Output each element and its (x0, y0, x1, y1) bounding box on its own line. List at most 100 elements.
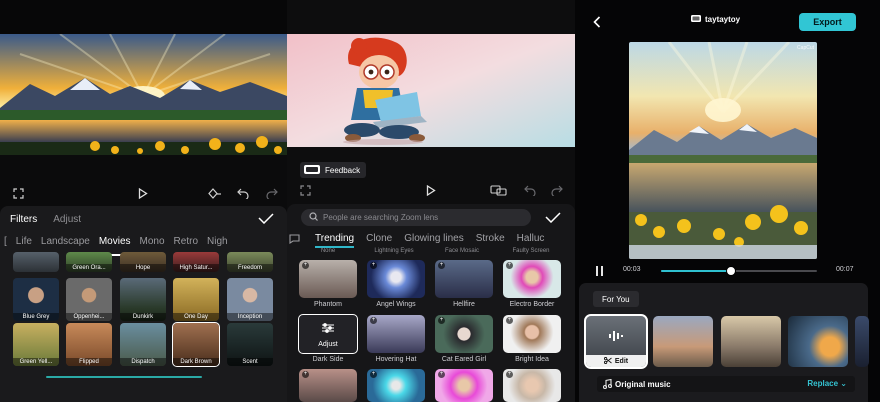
effect-label: Dark Side (312, 356, 344, 363)
templates-sheet: For You Edit Original music Replace ⌄ (579, 283, 869, 402)
for-you-tab[interactable]: For You (593, 291, 639, 307)
filter-thumb[interactable]: Blue Grey (13, 278, 59, 321)
filter-thumb[interactable]: Hope (120, 252, 166, 272)
effect-label: Face Mosaic (444, 248, 479, 254)
add-icon: + (302, 262, 309, 269)
filter-thumb[interactable]: High Satur... (173, 252, 219, 272)
effect-thumb[interactable]: + (299, 260, 357, 298)
effect-thumb[interactable]: + (503, 260, 561, 298)
fullscreen-icon[interactable] (13, 188, 24, 199)
current-time: 00:03 (623, 266, 641, 273)
filter-thumb[interactable]: Green Yell... (13, 323, 59, 366)
filter-thumb[interactable]: Green Ora... (66, 252, 112, 272)
music-row[interactable]: Original music Replace ⌄ (597, 376, 855, 392)
effect-label: Electro Border (509, 301, 555, 308)
export-button[interactable]: Export (799, 13, 856, 31)
undo-icon[interactable] (524, 185, 536, 196)
filter-thumb[interactable]: Inception (227, 278, 273, 321)
seek-track[interactable] (661, 266, 817, 276)
checkmark-icon[interactable] (545, 212, 561, 223)
play-icon[interactable] (426, 185, 436, 196)
music-title: Original music (615, 379, 671, 389)
filters-sheet: Filters Adjust [ Life Landscape Movies M… (0, 206, 287, 402)
filter-thumb[interactable]: Dispatch (120, 323, 166, 366)
filter-thumb[interactable]: One Day (173, 278, 219, 321)
template-thumb[interactable] (788, 316, 848, 367)
effect-label: Cat Eared Girl (441, 356, 487, 363)
timeline-bar: 00:03 00:07 (575, 262, 880, 280)
category-life[interactable]: Life (16, 236, 32, 252)
filter-category-row: [ Life Landscape Movies Mono Retro Nigh (0, 236, 228, 256)
total-time: 00:07 (836, 266, 854, 273)
category-retro[interactable]: Retro (174, 236, 198, 252)
category-stroke[interactable]: Stroke (476, 233, 505, 244)
template-thumb[interactable] (721, 316, 781, 367)
editor-panel: taytaytoy Export CapCut 00:03 00:07 For … (575, 0, 880, 402)
feedback-button[interactable]: Feedback (300, 162, 367, 178)
effect-thumb[interactable]: + (503, 315, 561, 353)
category-glowing-lines[interactable]: Glowing lines (404, 233, 463, 244)
adjust-effect-button[interactable]: Adjust (298, 314, 358, 354)
filter-thumb[interactable]: Flipped (66, 323, 112, 366)
redo-icon[interactable] (551, 185, 563, 196)
seek-progress (661, 270, 732, 272)
template-thumb[interactable] (855, 316, 869, 367)
effect-thumb[interactable]: + (435, 315, 493, 353)
category-hallucination[interactable]: Halluc (517, 233, 545, 244)
seek-handle[interactable] (726, 266, 737, 276)
effect-thumb[interactable]: + (299, 369, 357, 402)
effects-panel: Feedback Trending Clone Glowing lines (287, 0, 575, 402)
tab-filters[interactable]: Filters (10, 214, 37, 225)
add-icon: + (506, 371, 513, 378)
project-title[interactable]: taytaytoy (691, 15, 740, 24)
effect-thumb[interactable]: + (367, 315, 425, 353)
sliders-icon (321, 320, 335, 338)
effect-thumb[interactable]: + (435, 369, 493, 402)
redo-icon[interactable] (266, 188, 278, 199)
scissors-icon (603, 356, 612, 366)
category-trending[interactable]: Trending (315, 233, 355, 248)
filter-thumb-selected[interactable]: Dark Brown (172, 322, 220, 367)
replace-button[interactable]: Replace ⌄ (807, 379, 847, 388)
category-movies[interactable]: Movies (98, 236, 131, 256)
search-icon (309, 212, 318, 223)
search-input[interactable] (323, 213, 523, 222)
feedback-label: Feedback (325, 165, 361, 175)
filter-thumb[interactable]: Oppenhei... (66, 278, 112, 321)
editor-header: taytaytoy Export (575, 0, 880, 44)
filter-thumb[interactable]: Scent (227, 323, 273, 366)
effect-label: Angel Wings (376, 301, 416, 308)
filter-thumb-none[interactable] (13, 252, 59, 272)
category-clone[interactable]: Clone (366, 233, 392, 244)
category-mono[interactable]: Mono (140, 236, 165, 252)
template-thumb-selected[interactable]: Edit (584, 314, 648, 369)
feedback-icon (304, 164, 320, 176)
effects-search[interactable] (301, 209, 531, 226)
effect-thumb[interactable]: + (435, 260, 493, 298)
edit-button[interactable]: Edit (586, 355, 646, 367)
fullscreen-icon[interactable] (300, 185, 311, 196)
category-bracket-icon: [ (4, 236, 7, 247)
keyframe-icon[interactable] (208, 188, 222, 199)
category-night[interactable]: Nigh (207, 236, 228, 252)
category-landscape[interactable]: Landscape (41, 236, 90, 252)
template-thumb[interactable] (653, 316, 713, 367)
filter-intensity-slider[interactable] (46, 376, 202, 378)
status-bar (0, 0, 287, 34)
filter-thumb[interactable]: Freedom (227, 252, 273, 272)
effect-thumb[interactable]: + (367, 260, 425, 298)
compare-icon[interactable] (490, 185, 508, 196)
undo-icon[interactable] (237, 188, 249, 199)
preview-landscape-image (0, 34, 287, 155)
tab-adjust[interactable]: Adjust (53, 214, 81, 225)
play-icon[interactable] (138, 188, 148, 199)
effects-sheet: Trending Clone Glowing lines Stroke Hall… (287, 204, 575, 402)
effect-thumb[interactable]: + (367, 369, 425, 402)
checkmark-icon[interactable] (258, 213, 274, 224)
effect-thumb[interactable]: + (503, 369, 561, 402)
back-icon[interactable] (593, 16, 601, 28)
pause-icon[interactable] (595, 266, 604, 276)
add-icon: + (438, 317, 445, 324)
project-thumbnail-icon (691, 15, 701, 24)
filter-thumb[interactable]: Dunkirk (120, 278, 166, 321)
